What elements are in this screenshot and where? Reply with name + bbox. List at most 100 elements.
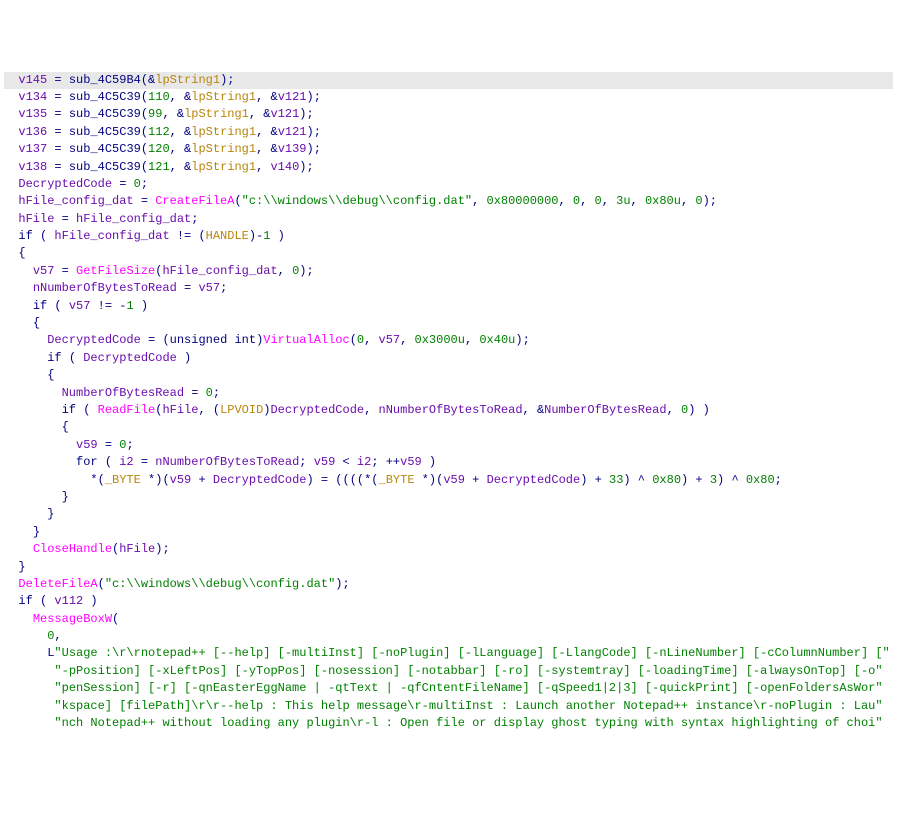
token-kw: (& — [141, 73, 155, 87]
code-line[interactable]: NumberOfBytesRead = 0; — [4, 385, 893, 402]
token-kw: , — [256, 160, 270, 174]
code-line[interactable]: v59 = 0; — [4, 437, 893, 454]
code-line[interactable]: CloseHandle(hFile); — [4, 541, 893, 558]
token-gvar: lpString1 — [184, 107, 249, 121]
code-line[interactable]: for ( i2 = nNumberOfBytesToRead; v59 < i… — [4, 454, 893, 471]
token-kw: ); — [515, 333, 529, 347]
token-var: v57 — [379, 333, 401, 347]
code-line[interactable]: { — [4, 315, 893, 332]
code-line[interactable]: if ( v112 ) — [4, 593, 893, 610]
code-line[interactable]: if ( hFile_config_dat != (HANDLE)-1 ) — [4, 228, 893, 245]
token-kw: , — [580, 194, 594, 208]
token-kw: ) — [83, 594, 97, 608]
code-line[interactable]: } — [4, 489, 893, 506]
code-line[interactable]: v145 = sub_4C59B4(&lpString1); — [4, 72, 893, 89]
code-line[interactable]: } — [4, 524, 893, 541]
token-gvar: LPVOID — [220, 403, 263, 417]
token-var: DecryptedCode — [213, 473, 307, 487]
code-line[interactable]: *(_BYTE *)(v59 + DecryptedCode) = ((((*(… — [4, 472, 893, 489]
token-kw: ) = ((((*( — [307, 473, 379, 487]
token-func: sub_4C5C39 — [69, 107, 141, 121]
token-kw: { — [18, 246, 25, 260]
code-line[interactable]: MessageBoxW( — [4, 611, 893, 628]
code-line[interactable]: DecryptedCode = 0; — [4, 176, 893, 193]
token-kw: , — [278, 264, 292, 278]
token-num: 99 — [148, 107, 162, 121]
token-kw — [47, 699, 54, 713]
token-kw: int — [234, 333, 256, 347]
token-kw: ); — [307, 125, 321, 139]
token-var: v59 — [400, 455, 422, 469]
code-line[interactable]: "kspace] [filePath]\r\r--help : This hel… — [4, 698, 893, 715]
token-var: hFile_config_dat — [162, 264, 277, 278]
token-var: v140 — [270, 160, 299, 174]
token-var: DecryptedCode — [487, 473, 581, 487]
token-kw: } — [47, 507, 54, 521]
code-line[interactable]: L"Usage :\r\rnotepad++ [--help] [-multiI… — [4, 645, 893, 662]
token-kw: ( — [234, 194, 241, 208]
token-num: 0 — [595, 194, 602, 208]
token-func: sub_4C59B4 — [69, 73, 141, 87]
code-line[interactable]: "-pPosition] [-xLeftPos] [-yTopPos] [-no… — [4, 663, 893, 680]
token-str: "penSession] [-r] [-qnEasterEggName | -q… — [54, 681, 882, 695]
token-num: 112 — [148, 125, 170, 139]
token-kw: , — [631, 194, 645, 208]
token-kw: , & — [170, 160, 192, 174]
token-kw: if — [18, 594, 32, 608]
code-line[interactable]: } — [4, 506, 893, 523]
token-kw: ( — [47, 299, 69, 313]
code-line[interactable]: { — [4, 419, 893, 436]
code-line[interactable]: if ( DecryptedCode ) — [4, 350, 893, 367]
decompiler-code-view[interactable]: v145 = sub_4C59B4(&lpString1); v134 = su… — [4, 72, 893, 733]
token-kw: L — [47, 646, 54, 660]
token-kw: , & — [256, 125, 278, 139]
token-kw: = — [47, 90, 69, 104]
code-line[interactable]: { — [4, 245, 893, 262]
code-line[interactable]: if ( ReadFile(hFile, (LPVOID)DecryptedCo… — [4, 402, 893, 419]
token-num: 0 — [695, 194, 702, 208]
code-line[interactable]: DecryptedCode = (unsigned int)VirtualAll… — [4, 332, 893, 349]
token-kw: ( — [112, 542, 119, 556]
code-line[interactable]: v57 = GetFileSize(hFile_config_dat, 0); — [4, 263, 893, 280]
token-var: v145 — [18, 73, 47, 87]
token-kw: , & — [170, 90, 192, 104]
token-var: i2 — [357, 455, 371, 469]
code-line[interactable]: hFile_config_dat = CreateFileA("c:\\wind… — [4, 193, 893, 210]
code-line[interactable]: v135 = sub_4C5C39(99, &lpString1, &v121)… — [4, 106, 893, 123]
token-kw: , & — [170, 142, 192, 156]
code-line[interactable]: } — [4, 559, 893, 576]
code-line[interactable]: DeleteFileA("c:\\windows\\debug\\config.… — [4, 576, 893, 593]
token-num: 0x40u — [479, 333, 515, 347]
code-line[interactable]: "nch Notepad++ without loading any plugi… — [4, 715, 893, 732]
token-kw: = ( — [141, 333, 170, 347]
token-kw: if — [47, 351, 61, 365]
token-kw: ; — [213, 386, 220, 400]
code-line[interactable]: v134 = sub_4C5C39(110, &lpString1, &v121… — [4, 89, 893, 106]
code-line[interactable]: v136 = sub_4C5C39(112, &lpString1, &v121… — [4, 124, 893, 141]
token-var: v137 — [18, 142, 47, 156]
token-kw: = — [177, 281, 199, 295]
code-line[interactable]: "penSession] [-r] [-qnEasterEggName | -q… — [4, 680, 893, 697]
token-gvar: lpString1 — [155, 73, 220, 87]
code-line[interactable]: v138 = sub_4C5C39(121, &lpString1, v140)… — [4, 159, 893, 176]
token-kw: = — [47, 107, 69, 121]
token-kw: if — [18, 229, 32, 243]
token-kw: = — [54, 264, 76, 278]
token-var: nNumberOfBytesToRead — [33, 281, 177, 295]
code-line[interactable]: 0, — [4, 628, 893, 645]
code-line[interactable]: v137 = sub_4C5C39(120, &lpString1, &v139… — [4, 141, 893, 158]
code-line[interactable]: hFile = hFile_config_dat; — [4, 211, 893, 228]
token-var: v139 — [278, 142, 307, 156]
token-kw: ; — [141, 177, 148, 191]
token-kw: = — [47, 125, 69, 139]
code-line[interactable]: nNumberOfBytesToRead = v57; — [4, 280, 893, 297]
token-var: hFile — [162, 403, 198, 417]
token-var: nNumberOfBytesToRead — [379, 403, 523, 417]
token-var: v121 — [278, 125, 307, 139]
code-line[interactable]: { — [4, 367, 893, 384]
code-line[interactable]: if ( v57 != -1 ) — [4, 298, 893, 315]
token-var: DecryptedCode — [270, 403, 364, 417]
token-kw: ); — [703, 194, 717, 208]
token-var: v134 — [18, 90, 47, 104]
token-kw: = — [54, 212, 76, 226]
